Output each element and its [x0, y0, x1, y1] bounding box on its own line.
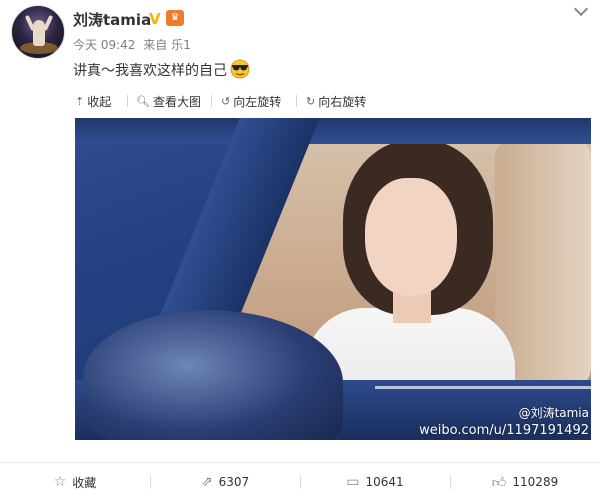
action-bar: ☆ 收藏 ⇗ 6307 ▭ 10641 👍︎ 110289 [0, 463, 600, 501]
chevron-down-icon[interactable] [572, 4, 590, 18]
sunglasses-emoji-icon [230, 59, 250, 79]
image-window-trim [375, 386, 591, 389]
avatar-figure [33, 20, 45, 46]
toolbar-divider [127, 95, 128, 107]
post-meta: 今天 09:42 来自 乐1 [73, 36, 195, 53]
watermark-handle: @刘涛tamia [518, 406, 589, 420]
watermark-url: weibo.com/u/1197191492 [419, 423, 589, 438]
post-text-content: 讲真～我喜欢这样的自己 [73, 63, 227, 79]
verified-icon: V [149, 10, 161, 28]
collapse-label: 收起 [87, 94, 112, 109]
post-source[interactable]: 乐1 [171, 38, 191, 52]
image-watermark: @刘涛tamia weibo.com/u/1197191492 [419, 404, 589, 438]
rotate-left-button[interactable]: ↺ 向左旋转 [221, 92, 281, 110]
comment-button[interactable]: ▭ 10641 [300, 463, 450, 501]
view-large-label: 查看大图 [152, 94, 201, 109]
favorite-button[interactable]: ☆ 收藏 [0, 463, 150, 501]
arrow-up-icon: ⇡ [75, 94, 85, 108]
post-image[interactable]: @刘涛tamia weibo.com/u/1197191492 [75, 118, 591, 440]
image-person-face [365, 178, 457, 296]
member-badge-icon: ♛ [166, 10, 184, 26]
toolbar-divider [296, 95, 297, 107]
comment-icon: ▭ [346, 474, 360, 490]
image-car-roof [75, 118, 591, 144]
share-icon: ⇗ [200, 474, 213, 490]
source-prefix: 来自 [143, 38, 168, 52]
rotate-left-label: 向左旋转 [233, 94, 282, 109]
repost-button[interactable]: ⇗ 6307 [150, 463, 300, 501]
repost-count: 6307 [218, 475, 250, 489]
author-name[interactable]: 刘涛tamia [73, 9, 151, 30]
star-icon: ☆ [53, 474, 67, 490]
collapse-button[interactable]: ⇡ 收起 [75, 92, 111, 110]
post-text: 讲真～我喜欢这样的自己 [73, 59, 251, 80]
rotate-right-icon: ↻ [306, 94, 316, 108]
rotate-left-icon: ↺ [221, 94, 231, 108]
avatar[interactable] [11, 5, 65, 59]
favorite-label: 收藏 [72, 475, 97, 490]
rotate-right-button[interactable]: ↻ 向右旋转 [306, 92, 366, 110]
like-button[interactable]: 👍︎ 110289 [450, 463, 600, 501]
thumbs-up-icon: 👍︎ [491, 474, 507, 491]
like-count: 110289 [512, 475, 559, 489]
rotate-right-label: 向右旋转 [318, 94, 367, 109]
post-time[interactable]: 今天 09:42 [73, 38, 135, 52]
comment-count: 10641 [365, 475, 404, 489]
view-large-button[interactable]: 🔍︎ 查看大图 [136, 92, 201, 110]
toolbar-divider [211, 95, 212, 107]
magnifier-icon: 🔍︎ [136, 94, 150, 108]
